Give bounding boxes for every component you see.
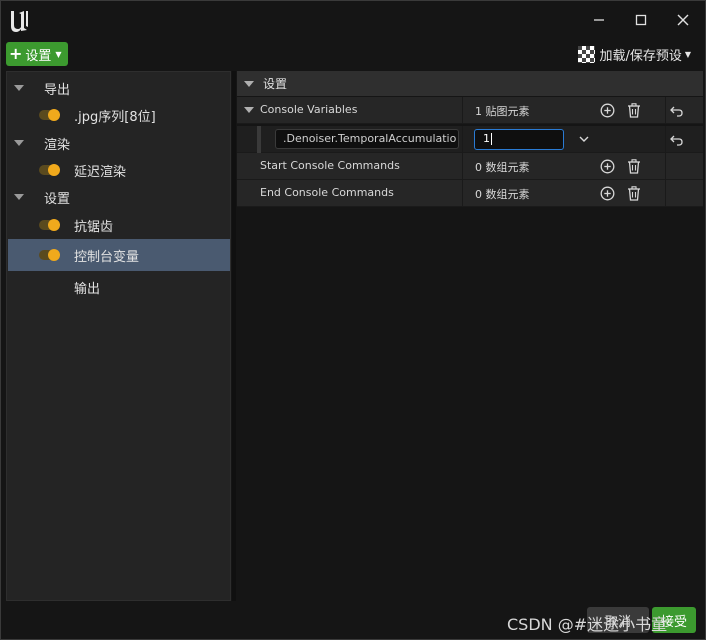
reset-to-default-icon[interactable] (668, 102, 685, 119)
tree-item-console-variables[interactable]: 控制台变量 (8, 239, 230, 271)
close-icon[interactable] (672, 9, 694, 31)
tree-item-label: 控制台变量 (74, 249, 140, 265)
collapse-arrow-icon[interactable] (244, 80, 254, 87)
reset-to-default-icon[interactable] (668, 131, 685, 148)
property-name: End Console Commands (260, 186, 394, 199)
property-value: 1 贴图元素 (475, 105, 530, 118)
tree-item-anti-aliasing[interactable]: 抗锯齿 (8, 209, 230, 241)
preset-label: 加载/保存预设 (599, 48, 682, 64)
expand-arrow-icon[interactable] (14, 140, 24, 146)
maximize-icon[interactable] (630, 9, 652, 31)
plus-icon: + (9, 44, 23, 63)
trash-icon[interactable] (625, 185, 642, 202)
toolbar: + 设置 ▼ 加载/保存预设 ▼ (1, 39, 705, 69)
settings-section-header[interactable]: 设置 (237, 71, 703, 96)
expand-arrow-icon[interactable] (14, 194, 24, 200)
enable-toggle[interactable] (39, 249, 61, 261)
cvar-value-input[interactable]: 1 (474, 129, 564, 150)
details-panel: 设置 Console Variables 1 贴图元素 .Denoiser.Te… (237, 71, 703, 601)
tree-item-label: 输出 (74, 281, 101, 297)
caret-down-icon: ▼ (55, 49, 62, 59)
tree-item-label: 抗锯齿 (74, 219, 114, 235)
trash-icon[interactable] (625, 158, 642, 175)
watermark-text: CSDN @#迷途小书童 (507, 615, 668, 634)
add-setting-button[interactable]: + 设置 ▼ (6, 42, 68, 66)
enable-toggle[interactable] (39, 219, 61, 231)
movie-render-settings-window: + 设置 ▼ 加载/保存预设 ▼ 导出 .jpg序列[8位] 渲染 延迟渲染 设… (0, 0, 706, 640)
property-name: Start Console Commands (260, 159, 400, 172)
property-value: 0 数组元素 (475, 161, 530, 174)
bottom-bar: 取消 接受 CSDN @#迷途小书童 (1, 602, 705, 639)
tree-item-label: 延迟渲染 (74, 164, 127, 180)
caret-down-icon: ▼ (684, 49, 691, 59)
cvar-value-text: 1 (483, 132, 490, 145)
add-setting-label: 设置 (25, 48, 52, 64)
section-title: 设置 (263, 77, 288, 91)
end-console-commands-row: End Console Commands 0 数组元素 (237, 180, 703, 207)
tree-item-output[interactable]: 输出 (8, 271, 230, 303)
indent-bar (257, 126, 261, 153)
panel-splitter[interactable] (232, 71, 236, 601)
tree-category-label: 导出 (44, 82, 71, 98)
console-variables-row: Console Variables 1 贴图元素 (237, 97, 703, 124)
add-element-icon[interactable] (599, 102, 616, 119)
collapse-arrow-icon[interactable] (244, 107, 254, 113)
tree-category-label: 渲染 (44, 137, 71, 153)
minimize-icon[interactable] (588, 9, 610, 31)
chevron-down-icon[interactable] (577, 132, 591, 146)
enable-toggle[interactable] (39, 164, 61, 176)
text-caret (491, 133, 492, 145)
unreal-logo (11, 11, 28, 32)
settings-tree-panel: 导出 .jpg序列[8位] 渲染 延迟渲染 设置 抗锯齿 控制台变量 输出 (6, 71, 231, 601)
preset-icon (578, 45, 596, 63)
add-element-icon[interactable] (599, 185, 616, 202)
property-value: 0 数组元素 (475, 188, 530, 201)
add-element-icon[interactable] (599, 158, 616, 175)
load-save-preset-button[interactable]: 加载/保存预设 ▼ (578, 44, 691, 64)
cvar-key-field[interactable]: .Denoiser.TemporalAccumulatio (275, 129, 459, 149)
cvar-entry-row: .Denoiser.TemporalAccumulatio 1 (237, 126, 703, 153)
expand-arrow-icon[interactable] (14, 85, 24, 91)
trash-icon[interactable] (625, 102, 642, 119)
tree-item-label: .jpg序列[8位] (74, 109, 156, 125)
property-name: Console Variables (260, 103, 358, 116)
tree-category-label: 设置 (44, 191, 71, 207)
title-bar[interactable] (1, 1, 705, 39)
enable-toggle[interactable] (39, 109, 61, 121)
start-console-commands-row: Start Console Commands 0 数组元素 (237, 153, 703, 180)
